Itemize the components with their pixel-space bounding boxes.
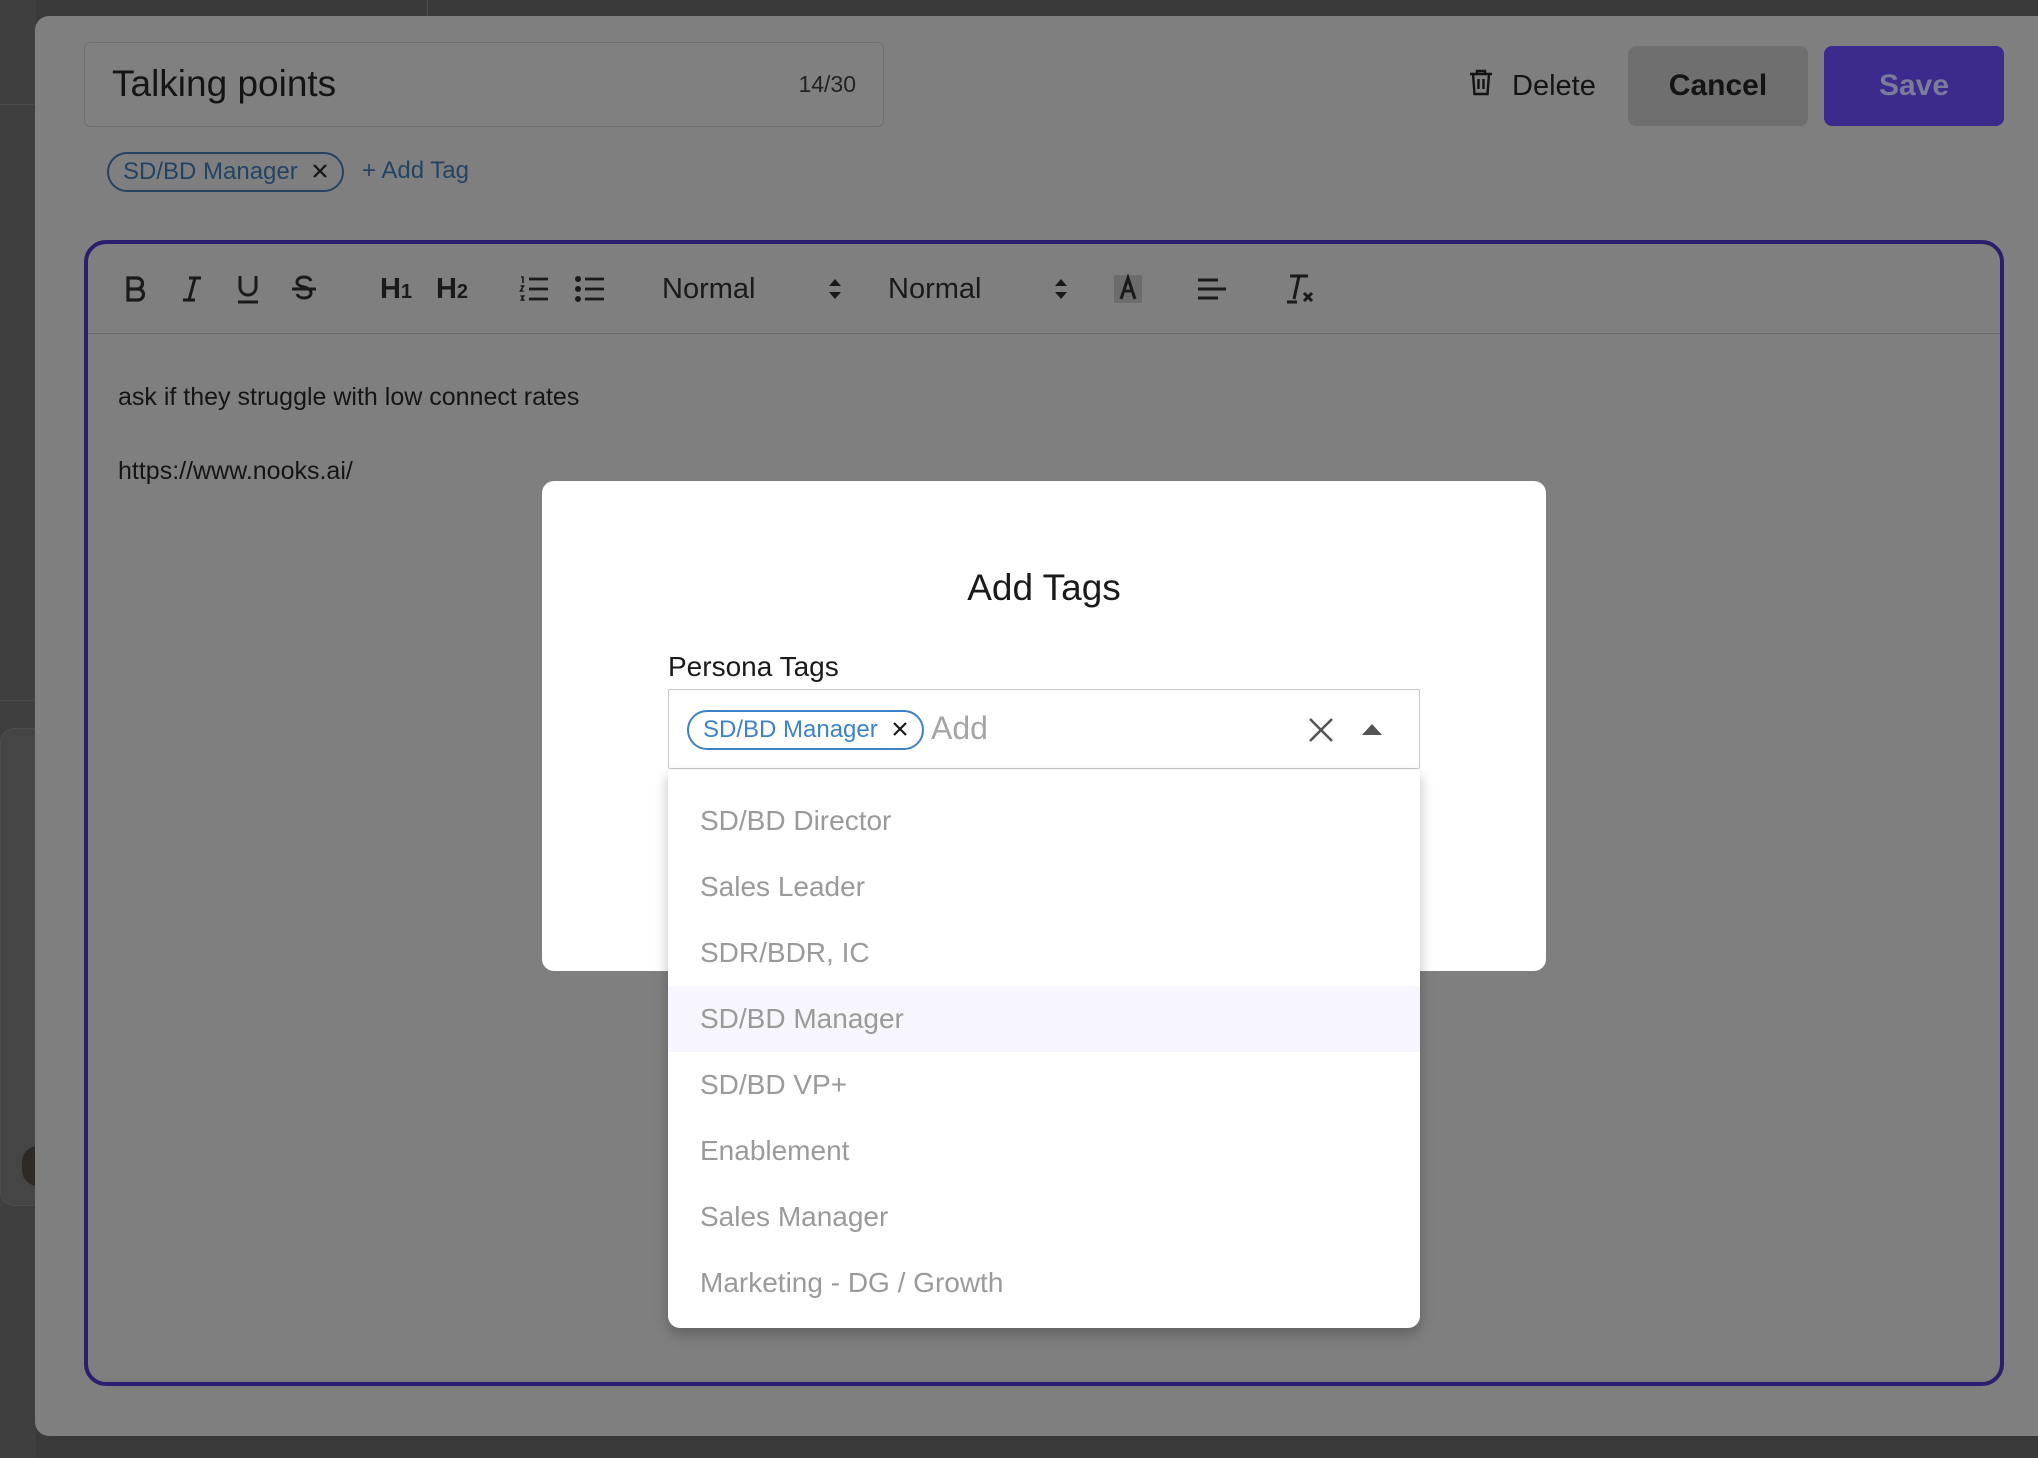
option-item-highlighted[interactable]: SD/BD Manager	[668, 986, 1420, 1052]
character-count: 14/30	[798, 71, 856, 97]
content-line: ask if they struggle with low connect ra…	[118, 383, 580, 411]
align-left-icon[interactable]	[1192, 244, 1232, 334]
size-select-value: Normal	[888, 272, 982, 305]
bold-icon[interactable]	[116, 244, 156, 334]
modal-title: Add Tags	[967, 567, 1121, 608]
trash-icon	[1468, 68, 1494, 104]
formatting-toolbar: H1 H2 Normal Normal	[88, 244, 2000, 334]
content-link[interactable]: https://www.nooks.ai/	[118, 434, 579, 508]
caret-up-icon[interactable]	[1361, 719, 1383, 741]
heading-2-icon[interactable]: H2	[428, 244, 476, 334]
ordered-list-icon[interactable]	[514, 244, 554, 334]
clear-icon[interactable]	[1305, 714, 1337, 746]
editor-content[interactable]: ask if they struggle with low connect ra…	[118, 360, 579, 508]
remove-tag-icon[interactable]	[892, 716, 908, 744]
strikethrough-icon[interactable]	[284, 244, 324, 334]
underline-icon[interactable]	[228, 244, 268, 334]
bullet-list-icon[interactable]	[570, 244, 610, 334]
title-value[interactable]: Talking points	[112, 63, 336, 105]
heading-1-icon[interactable]: H1	[372, 244, 420, 334]
title-input[interactable]: Talking points 14/30	[84, 42, 884, 127]
font-select[interactable]: Normal	[662, 244, 842, 334]
option-item[interactable]: Sales Leader	[668, 854, 1420, 920]
option-item[interactable]: SDR/BDR, IC	[668, 920, 1420, 986]
italic-icon[interactable]	[172, 244, 212, 334]
tag-search-input[interactable]: Add	[931, 710, 988, 747]
add-tag-link[interactable]: + Add Tag	[362, 157, 469, 185]
option-item[interactable]: Enablement	[668, 1118, 1420, 1184]
cancel-button[interactable]: Cancel	[1628, 46, 1808, 126]
option-item[interactable]: SD/BD VP+	[668, 1052, 1420, 1118]
delete-label: Delete	[1512, 69, 1596, 102]
tag-chip: SD/BD Manager	[107, 152, 344, 192]
select-arrows-icon	[828, 278, 842, 300]
background-divider	[427, 0, 428, 16]
delete-button[interactable]: Delete	[1468, 60, 1596, 112]
clear-format-icon[interactable]	[1278, 244, 1322, 334]
option-item[interactable]: Sales Manager	[668, 1184, 1420, 1250]
persona-tags-label: Persona Tags	[668, 651, 839, 682]
option-item[interactable]: SD/BD Director	[668, 788, 1420, 854]
persona-tags-select[interactable]: SD/BD Manager Add	[668, 689, 1420, 769]
selected-tag-label: SD/BD Manager	[703, 716, 878, 743]
text-color-icon[interactable]	[1106, 244, 1150, 334]
size-select[interactable]: Normal	[888, 244, 1068, 334]
font-select-value: Normal	[662, 272, 756, 305]
remove-tag-icon[interactable]	[312, 158, 328, 186]
select-arrows-icon	[1054, 278, 1068, 300]
background-card	[0, 728, 36, 1206]
tag-chip-label: SD/BD Manager	[123, 158, 298, 185]
option-item[interactable]: Marketing - DG / Growth	[668, 1250, 1420, 1316]
tag-options-dropdown: SD/BD Director Sales Leader SDR/BDR, IC …	[668, 770, 1420, 1328]
selected-tag-chip: SD/BD Manager	[687, 710, 924, 750]
save-button[interactable]: Save	[1824, 46, 2004, 126]
